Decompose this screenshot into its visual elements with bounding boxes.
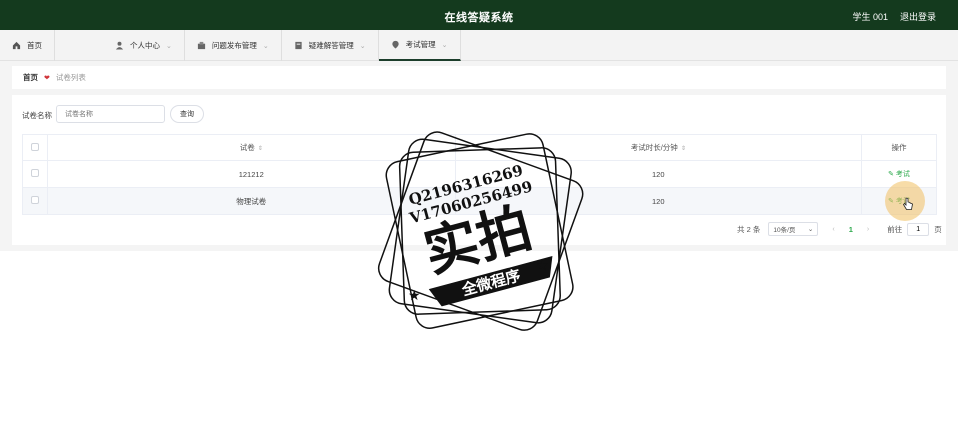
home-icon: [12, 41, 21, 50]
app-title: 在线答疑系统: [444, 12, 514, 24]
main-nav: 首页 个人中心 ⌄ 问题发布管理 ⌄ 疑难解答管理 ⌄ 考试管理 ⌄: [0, 30, 958, 61]
page-suffix: 页: [934, 224, 942, 234]
chevron-down-icon: ⌄: [359, 42, 366, 50]
nav-item-profile[interactable]: 个人中心 ⌄: [55, 30, 185, 61]
question-icon: [197, 41, 205, 50]
page-number[interactable]: 1: [849, 225, 853, 234]
select-all-cell: [22, 134, 48, 161]
select-all-checkbox[interactable]: [30, 142, 39, 151]
star-icon: ★: [408, 287, 421, 303]
answer-icon: [295, 41, 302, 50]
row-checkbox[interactable]: [30, 169, 39, 177]
nav-item-home[interactable]: 首页: [0, 30, 55, 61]
heart-icon: ❤: [44, 74, 50, 82]
goto-label: 前往: [887, 224, 903, 234]
nav-label: 考试管理: [405, 40, 436, 49]
star-icon: ★: [536, 257, 549, 273]
nav-label: 首页: [27, 41, 42, 50]
breadcrumb-home[interactable]: 首页: [23, 72, 38, 83]
next-page-button[interactable]: ›: [867, 226, 869, 233]
nav-item-exams[interactable]: 考试管理 ⌄: [378, 30, 461, 61]
breadcrumb-current: 试卷列表: [55, 73, 86, 82]
exam-icon: [391, 40, 399, 49]
watermark-stamp: Q2196316269 V17060256499 实拍 全微程序 ★ ★: [377, 131, 584, 331]
chevron-down-icon: ⌄: [166, 42, 172, 50]
nav-label: 疑难解答管理: [308, 41, 354, 50]
row-checkbox[interactable]: [30, 196, 39, 204]
nav-label: 问题发布管理: [211, 41, 257, 50]
hand-cursor-icon: [902, 197, 913, 210]
current-user[interactable]: 学生 001: [852, 10, 888, 23]
search-input[interactable]: [56, 105, 165, 123]
sort-icon[interactable]: ⇕: [681, 146, 686, 152]
breadcrumb: 首页 ❤ 试卷列表: [12, 66, 946, 89]
prev-page-button[interactable]: ‹: [832, 226, 834, 233]
goto-page-input[interactable]: [907, 222, 930, 236]
row-checkbox-cell: [22, 187, 48, 215]
chevron-down-icon: ⌄: [807, 226, 814, 233]
sort-icon[interactable]: ⇕: [258, 146, 263, 152]
search-label: 试卷名称: [22, 111, 52, 120]
logout-button[interactable]: 退出登录: [900, 10, 936, 23]
column-header-actions: 操作: [861, 134, 937, 161]
pagination: 共 2 条 10条/页 ⌄ ‹ 1 › 前往 页: [737, 222, 942, 236]
nav-label: 个人中心: [130, 41, 160, 50]
search-button[interactable]: 查询: [170, 105, 204, 123]
chevron-down-icon: ⌄: [441, 41, 448, 49]
user-icon: [115, 41, 124, 50]
nav-item-questions[interactable]: 问题发布管理 ⌄: [185, 30, 282, 61]
total-count: 共 2 条: [737, 224, 761, 234]
page-size-select[interactable]: 10条/页 ⌄: [768, 222, 819, 236]
take-exam-button[interactable]: ✎ 考试: [888, 171, 910, 178]
top-header: 在线答疑系统 学生 001 退出登录: [0, 0, 958, 30]
chevron-down-icon: ⌄: [262, 42, 269, 50]
edit-icon: ✎: [888, 171, 896, 178]
user-area: 学生 001 退出登录: [852, 10, 936, 23]
nav-item-answers[interactable]: 疑难解答管理 ⌄: [282, 30, 379, 61]
row-checkbox-cell: [22, 160, 48, 188]
